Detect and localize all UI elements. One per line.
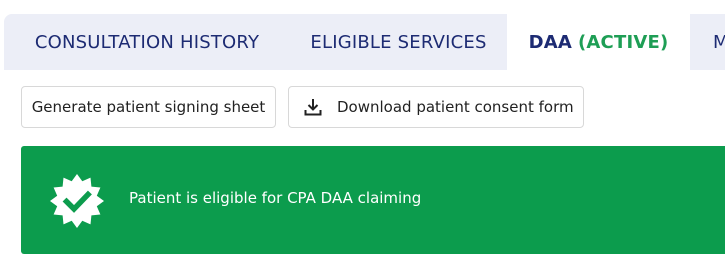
tab-label: DAA [528,31,572,53]
button-label: Download patient consent form [337,98,574,116]
tab-label: CONSULTATION HISTORY [34,31,260,53]
patient-services-panel: CONSULTATION HISTORY ELIGIBLE SERVICES D… [0,0,725,270]
generate-signing-sheet-button[interactable]: Generate patient signing sheet [21,86,276,128]
tab-bar: CONSULTATION HISTORY ELIGIBLE SERVICES D… [0,0,725,70]
eligibility-banner: Patient is eligible for CPA DAA claiming [21,146,725,254]
tab-label: M [713,31,725,53]
button-label: Generate patient signing sheet [31,98,266,116]
download-consent-form-button[interactable]: Download patient consent form [288,86,584,128]
tab-label: ELIGIBLE SERVICES [310,31,487,53]
tab-active-status: (ACTIVE) [578,31,669,53]
eligibility-message: Patient is eligible for CPA DAA claiming [129,189,422,207]
tab-eligible-services[interactable]: ELIGIBLE SERVICES [290,14,507,70]
download-icon [303,97,323,117]
tab-more[interactable]: M [690,14,725,70]
verified-badge-icon [48,172,106,230]
tab-daa[interactable]: DAA (ACTIVE) [507,14,690,70]
tab-consultation-history[interactable]: CONSULTATION HISTORY [4,14,290,70]
